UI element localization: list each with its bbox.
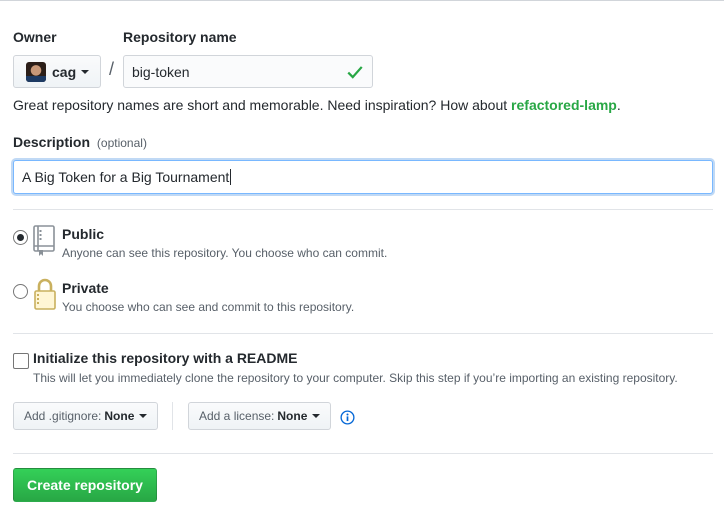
owner-avatar — [26, 61, 46, 82]
repository-name-hint: Great repository names are short and mem… — [13, 97, 621, 113]
public-title: Public — [62, 226, 105, 242]
create-repository-button[interactable]: Create repository — [13, 468, 157, 502]
chevron-down-icon — [312, 414, 321, 418]
gitignore-label: Add .gitignore: — [24, 409, 102, 423]
readme-checkbox[interactable] — [13, 353, 29, 369]
repository-name-label: Repository name — [123, 29, 237, 45]
license-select-button[interactable]: Add a license: None — [188, 402, 331, 430]
text-cursor — [230, 169, 232, 185]
divider — [13, 209, 713, 210]
description-label: Description — [13, 134, 91, 150]
chevron-down-icon — [139, 414, 148, 418]
owner-select-button[interactable]: cag — [13, 55, 101, 88]
gitignore-value: None — [104, 409, 135, 423]
owner-label: Owner — [13, 29, 57, 45]
description-label-group: Description (optional) — [13, 134, 147, 150]
description-input[interactable]: A Big Token for a Big Tournament — [13, 160, 713, 194]
optional-label: (optional) — [96, 136, 147, 150]
hint-end: . — [616, 97, 621, 113]
owner-repo-separator: / — [109, 59, 115, 79]
divider — [13, 453, 713, 454]
readme-note: This will let you immediately clone the … — [33, 371, 678, 385]
repository-name-value: big-token — [132, 63, 190, 80]
license-label: Add a license: — [199, 409, 275, 423]
repo-book-icon — [33, 225, 55, 256]
private-radio[interactable] — [13, 284, 28, 299]
readme-title: Initialize this repository with a README — [33, 350, 298, 366]
owner-name: cag — [52, 63, 77, 80]
description-value: A Big Token for a Big Tournament — [22, 169, 230, 185]
divider — [13, 333, 713, 334]
divider — [172, 402, 173, 430]
info-icon[interactable] — [340, 410, 355, 425]
public-radio[interactable] — [13, 230, 28, 245]
private-title: Private — [62, 280, 109, 296]
lock-icon — [34, 278, 56, 310]
hint-text: Great repository names are short and mem… — [13, 97, 512, 113]
private-note: You choose who can see and commit to thi… — [62, 300, 355, 314]
license-value: None — [277, 409, 308, 423]
public-note: Anyone can see this repository. You choo… — [62, 246, 388, 260]
repository-name-input[interactable]: big-token — [123, 55, 373, 88]
chevron-down-icon — [81, 69, 90, 74]
gitignore-select-button[interactable]: Add .gitignore: None — [13, 402, 158, 430]
check-icon — [347, 66, 363, 79]
suggested-name-link[interactable]: refactored-lamp — [511, 97, 617, 113]
